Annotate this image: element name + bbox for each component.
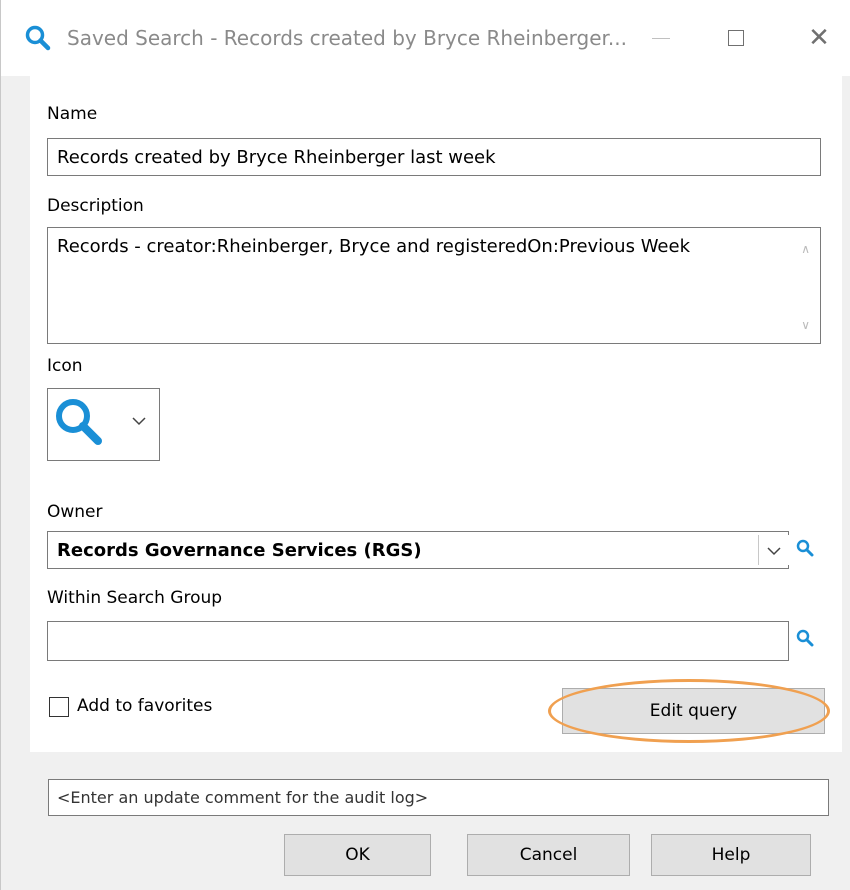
maximize-button[interactable] (706, 0, 766, 76)
owner-dropdown-button[interactable] (758, 535, 789, 565)
description-label: Description (47, 196, 144, 216)
owner-label: Owner (47, 502, 103, 522)
ok-button[interactable]: OK (284, 834, 431, 876)
help-button[interactable]: Help (651, 834, 811, 876)
add-to-favorites-label: Add to favorites (77, 696, 213, 716)
chevron-down-icon (767, 541, 781, 560)
scroll-down-icon[interactable]: ∨ (801, 318, 810, 332)
owner-combobox[interactable]: Records Governance Services (RGS) (47, 531, 789, 569)
saved-search-dialog: Saved Search - Records created by Bryce … (0, 0, 850, 890)
close-icon: ✕ (808, 23, 830, 53)
cancel-button[interactable]: Cancel (467, 834, 630, 876)
icon-label: Icon (47, 356, 83, 376)
name-input[interactable]: Records created by Bryce Rheinberger las… (47, 138, 821, 176)
title-bar: Saved Search - Records created by Bryce … (1, 0, 850, 76)
maximize-icon (728, 30, 744, 46)
description-textarea[interactable]: Records - creator:Rheinberger, Bryce and… (47, 227, 821, 344)
search-icon (796, 539, 814, 561)
search-group-input[interactable] (47, 621, 789, 661)
search-icon (25, 25, 51, 51)
minimize-button[interactable] (631, 0, 691, 76)
chevron-down-icon (132, 411, 146, 430)
search-group-label: Within Search Group (47, 588, 223, 608)
search-icon (54, 397, 106, 453)
audit-comment-input[interactable]: <Enter an update comment for the audit l… (48, 779, 829, 816)
close-button[interactable]: ✕ (789, 0, 849, 76)
search-group-search-button[interactable] (790, 625, 820, 655)
add-to-favorites-checkbox[interactable] (49, 697, 69, 717)
description-text: Records - creator:Rheinberger, Bryce and… (57, 236, 691, 257)
icon-picker[interactable] (47, 388, 160, 461)
owner-search-button[interactable] (790, 535, 820, 565)
minimize-icon (652, 37, 670, 39)
name-label: Name (47, 104, 98, 124)
search-icon (796, 629, 814, 651)
window-title: Saved Search - Records created by Bryce … (67, 26, 627, 50)
edit-query-button[interactable]: Edit query (562, 688, 825, 734)
scroll-up-icon[interactable]: ∧ (801, 242, 810, 256)
